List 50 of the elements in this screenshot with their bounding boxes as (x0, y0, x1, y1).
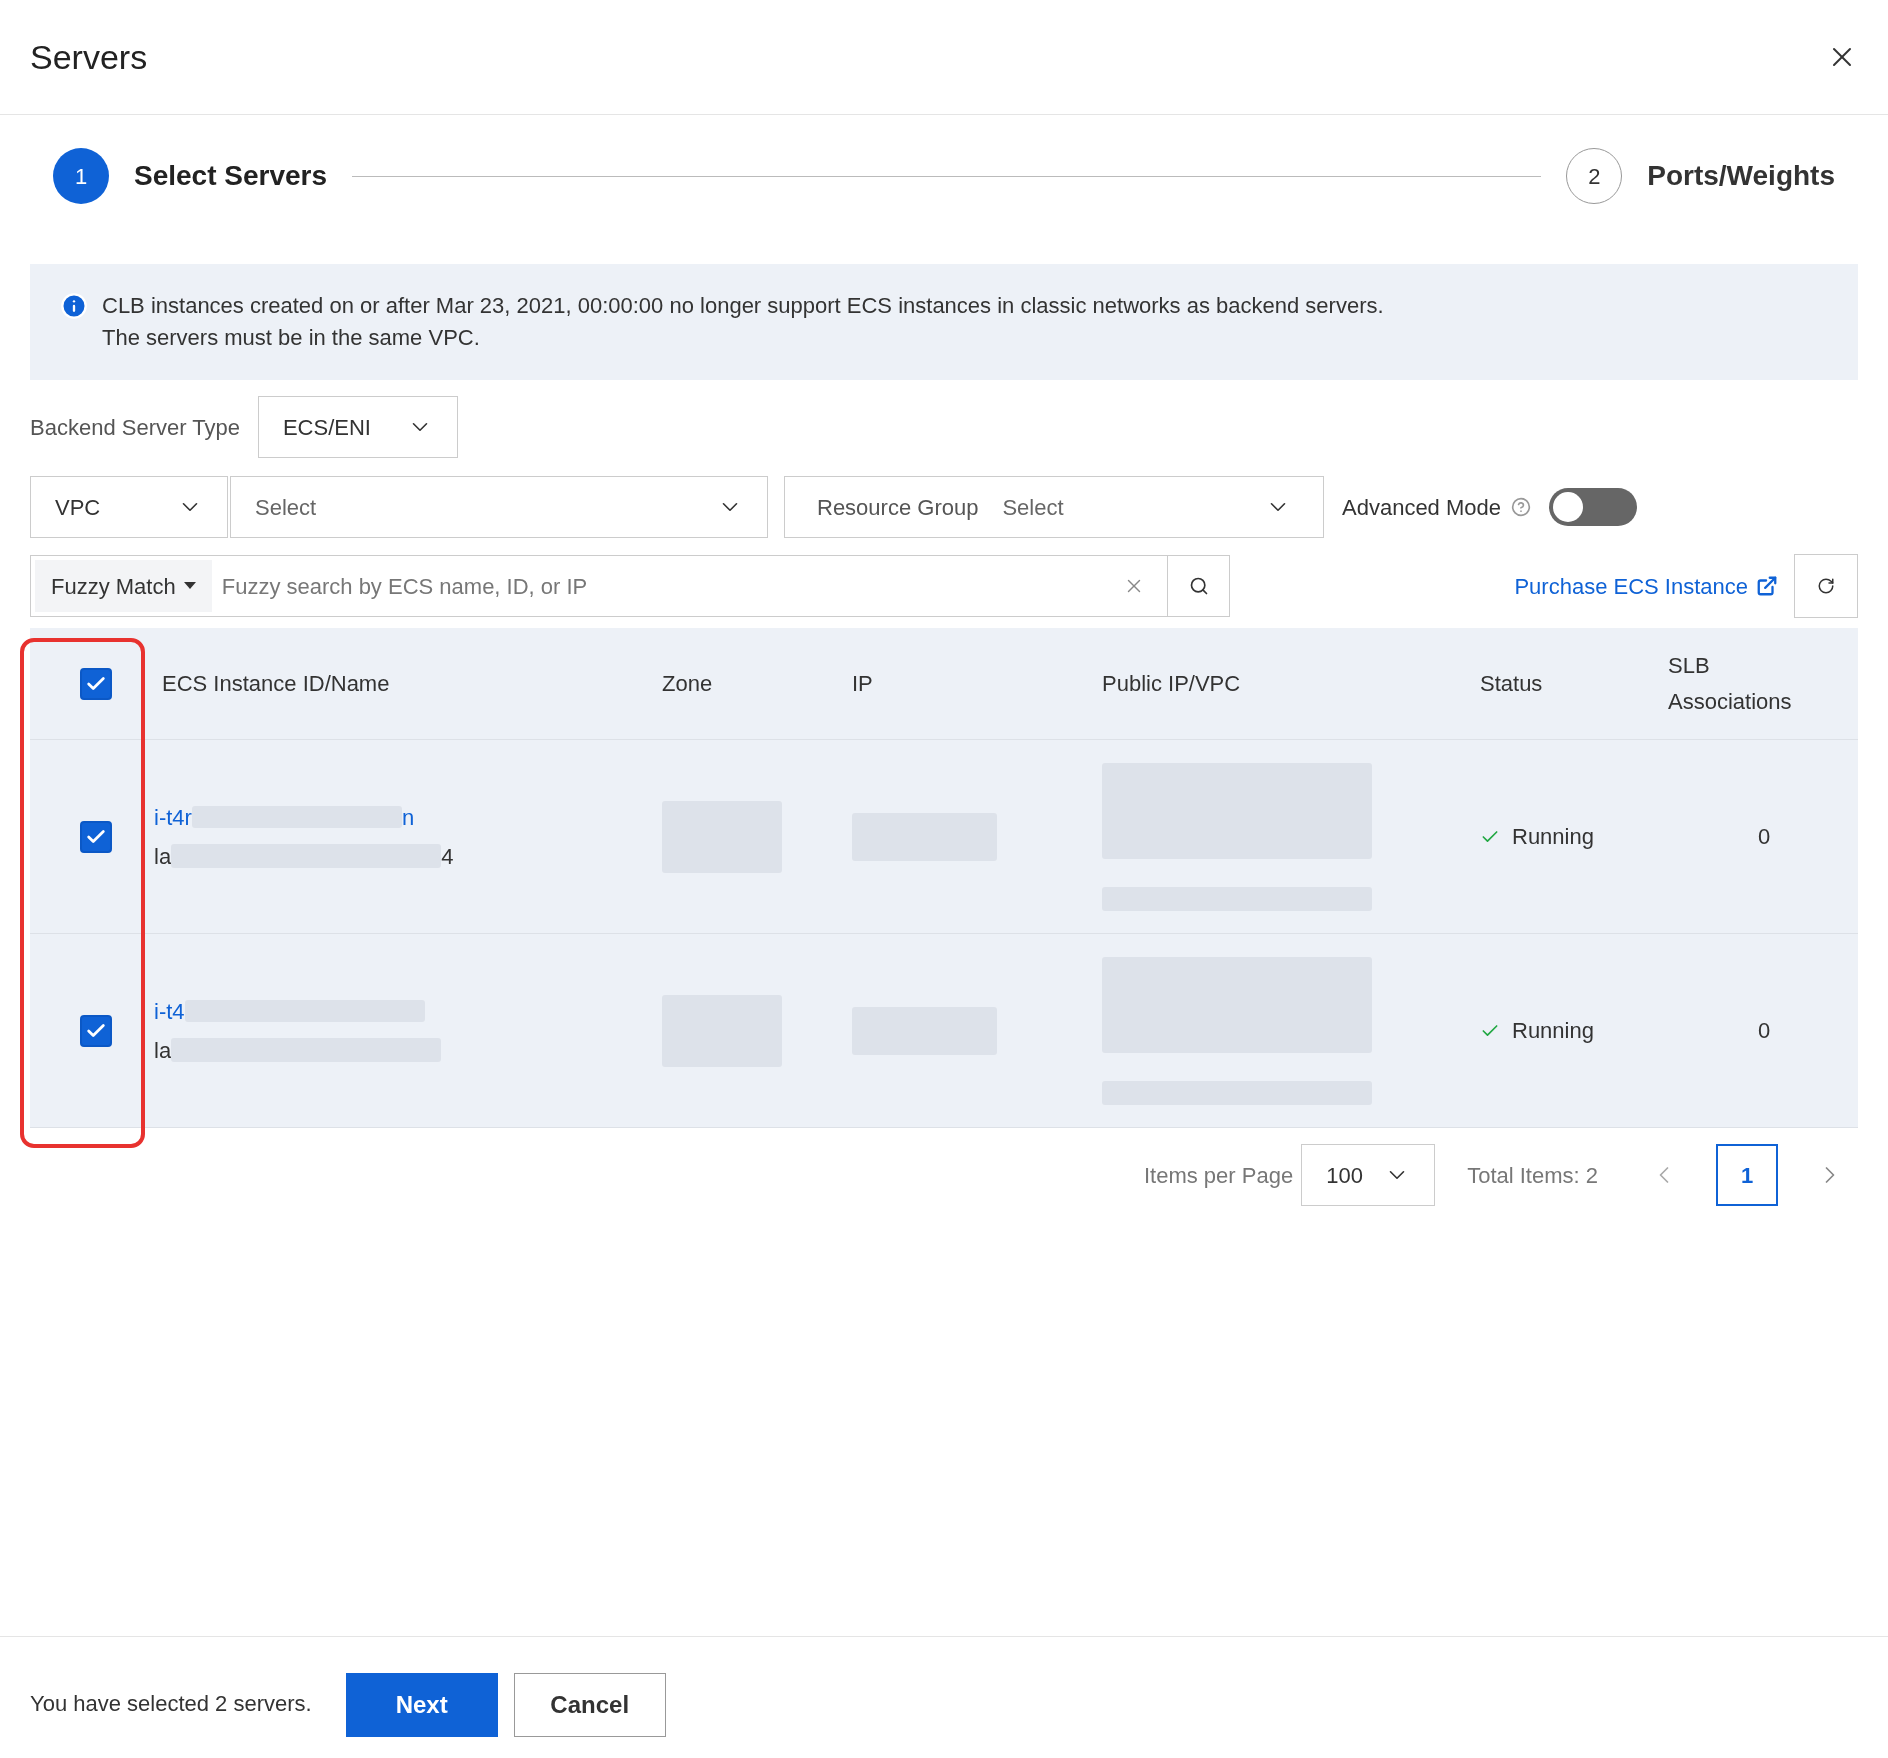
select-placeholder: Select (1002, 493, 1064, 522)
page-size-select[interactable]: 100 (1301, 1144, 1436, 1206)
selection-summary: You have selected 2 servers. (30, 1690, 312, 1718)
instance-name: la (154, 1036, 172, 1065)
checkbox[interactable] (80, 1014, 112, 1047)
instance-id-link[interactable]: i-t4r (154, 800, 192, 834)
instance-name: 4 (441, 842, 454, 871)
search-field[interactable]: Fuzzy Match Fuzzy search by ECS name, ID, or IP (30, 555, 1230, 617)
column-header: SLB Associations (1668, 651, 1793, 716)
network-select[interactable]: VPC (30, 476, 228, 538)
network-id-select[interactable]: Select (230, 476, 768, 538)
instance-id-link[interactable]: i-t4 (154, 994, 185, 1028)
external-link-icon (1756, 575, 1778, 597)
step-number: 1 (53, 148, 109, 204)
instance-name: la (154, 842, 172, 871)
info-icon (60, 292, 88, 320)
resource-group-select[interactable]: Resource Group Select (784, 476, 1324, 538)
status-text: Running (1512, 823, 1594, 851)
type-select[interactable]: ECS/ENI (257, 396, 458, 458)
status-text: Running (1512, 1017, 1594, 1045)
dialog-title: Servers (30, 36, 148, 78)
step-label: Select Servers (134, 159, 328, 193)
pagination-label: Items per Page (1143, 1161, 1294, 1190)
field-label: Backend Server Type (30, 413, 240, 442)
match-dropdown[interactable]: Fuzzy Match (35, 560, 212, 612)
help-icon (1511, 497, 1531, 517)
column-header: Status (1480, 670, 1544, 698)
search-icon (1188, 576, 1209, 596)
refresh-icon (1817, 577, 1835, 595)
notice-text: CLB instances created on or after Mar 23, 2021, 00:00:00 no longer support ECS instances in classic networks as backend servers. (102, 292, 1384, 320)
toggle-switch[interactable] (1549, 488, 1637, 526)
total-items: Total Items: 2 (1467, 1161, 1598, 1190)
caret-icon (183, 582, 196, 590)
table-cell-text: 0 (1757, 823, 1772, 851)
toggle-label: Advanced Mode (1342, 493, 1501, 522)
column-header: IP (852, 670, 874, 698)
checkbox[interactable] (80, 667, 112, 700)
notice-text: The servers must be in the same VPC. (102, 324, 481, 352)
instance-id-link[interactable]: n (401, 800, 415, 834)
column-header: Zone (662, 670, 714, 698)
purchase-link[interactable]: Purchase ECS Instance (1514, 569, 1778, 603)
select-label: Resource Group (817, 493, 979, 522)
next-button[interactable]: Next (345, 1673, 498, 1737)
table-cell-text: 0 (1757, 1017, 1772, 1045)
step-label: Ports/Weights (1647, 159, 1835, 193)
checkbox[interactable] (80, 820, 112, 853)
column-header: Public IP/VPC (1102, 670, 1242, 698)
cancel-button[interactable]: Cancel (513, 1673, 666, 1737)
column-header: ECS Instance ID/Name (162, 670, 391, 698)
page-button[interactable]: 1 (1716, 1144, 1778, 1206)
